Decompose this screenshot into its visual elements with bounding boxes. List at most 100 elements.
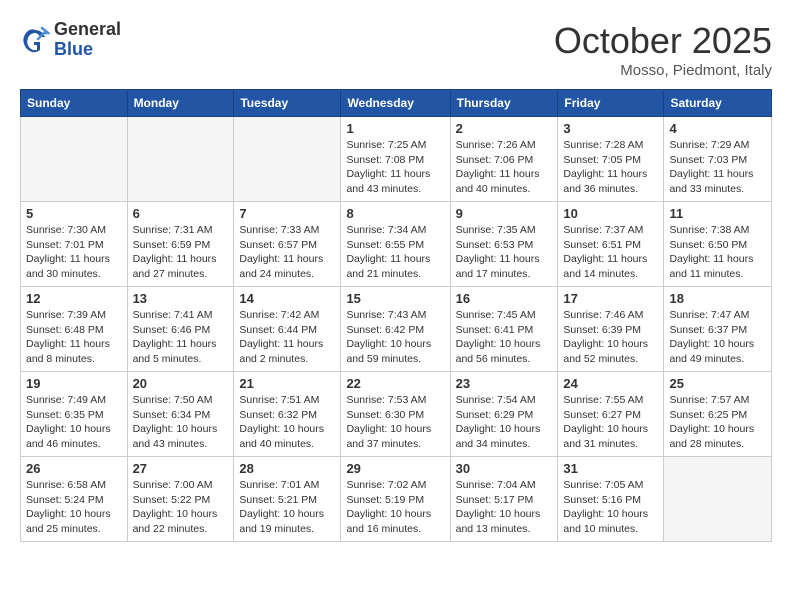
day-number: 4 [669,121,766,136]
logo-general-text: General [54,20,121,40]
day-info: Sunrise: 6:58 AMSunset: 5:24 PMDaylight:… [26,478,122,537]
day-number: 26 [26,461,122,476]
calendar-cell: 13 Sunrise: 7:41 AMSunset: 6:46 PMDayligh… [127,287,234,372]
calendar-cell [21,117,128,202]
calendar-cell: 22 Sunrise: 7:53 AMSunset: 6:30 PMDayligh… [341,372,450,457]
calendar-cell: 29 Sunrise: 7:02 AMSunset: 5:19 PMDayligh… [341,457,450,542]
calendar-cell: 28Sunrise: 7:01 AMSunset: 5:21 PMDayligh… [234,457,341,542]
calendar-cell: 14Sunrise: 7:42 AMSunset: 6:44 PMDayligh… [234,287,341,372]
calendar-cell: 8 Sunrise: 7:34 AMSunset: 6:55 PMDaylight… [341,202,450,287]
day-number: 16 [456,291,553,306]
day-header-friday: Friday [558,90,664,117]
calendar-cell: 15 Sunrise: 7:43 AMSunset: 6:42 PMDayligh… [341,287,450,372]
calendar-cell: 10Sunrise: 7:37 AMSunset: 6:51 PMDayligh… [558,202,664,287]
day-info: Sunrise: 7:41 AMSunset: 6:46 PMDaylight:… [133,308,229,367]
calendar-cell: 25 Sunrise: 7:57 AMSunset: 6:25 PMDayligh… [664,372,772,457]
calendar-cell: 20 Sunrise: 7:50 AMSunset: 6:34 PMDayligh… [127,372,234,457]
day-info: Sunrise: 7:05 AMSunset: 5:16 PMDaylight:… [563,478,658,537]
day-number: 8 [346,206,444,221]
day-info: Sunrise: 7:46 AMSunset: 6:39 PMDaylight:… [563,308,658,367]
calendar-cell: 3 Sunrise: 7:28 AMSunset: 7:05 PMDaylight… [558,117,664,202]
calendar-cell: 27Sunrise: 7:00 AMSunset: 5:22 PMDayligh… [127,457,234,542]
day-number: 24 [563,376,658,391]
calendar-cell: 11 Sunrise: 7:38 AMSunset: 6:50 PMDayligh… [664,202,772,287]
calendar-table: SundayMondayTuesdayWednesdayThursdayFrid… [20,89,772,542]
day-number: 14 [239,291,335,306]
day-info: Sunrise: 7:02 AMSunset: 5:19 PMDaylight:… [346,478,444,537]
calendar-cell: 21 Sunrise: 7:51 AMSunset: 6:32 PMDayligh… [234,372,341,457]
day-info: Sunrise: 7:39 AMSunset: 6:48 PMDaylight:… [26,308,122,367]
day-info: Sunrise: 7:28 AMSunset: 7:05 PMDaylight:… [563,138,658,197]
calendar-cell: 5 Sunrise: 7:30 AMSunset: 7:01 PMDaylight… [21,202,128,287]
calendar-cell: 24 Sunrise: 7:55 AMSunset: 6:27 PMDayligh… [558,372,664,457]
calendar-cell: 30 Sunrise: 7:04 AMSunset: 5:17 PMDayligh… [450,457,558,542]
day-number: 30 [456,461,553,476]
calendar-cell: 4Sunrise: 7:29 AMSunset: 7:03 PMDaylight… [664,117,772,202]
calendar-cell: 2 Sunrise: 7:26 AMSunset: 7:06 PMDaylight… [450,117,558,202]
calendar-cell: 9Sunrise: 7:35 AMSunset: 6:53 PMDaylight… [450,202,558,287]
day-number: 18 [669,291,766,306]
day-number: 10 [563,206,658,221]
day-info: Sunrise: 7:43 AMSunset: 6:42 PMDaylight:… [346,308,444,367]
day-info: Sunrise: 7:00 AMSunset: 5:22 PMDaylight:… [133,478,229,537]
day-number: 17 [563,291,658,306]
day-number: 5 [26,206,122,221]
day-info: Sunrise: 7:57 AMSunset: 6:25 PMDaylight:… [669,393,766,452]
day-info: Sunrise: 7:55 AMSunset: 6:27 PMDaylight:… [563,393,658,452]
month-title: October 2025 [554,20,772,62]
page-header: General Blue October 2025 Mosso, Piedmon… [20,20,772,79]
day-header-wednesday: Wednesday [341,90,450,117]
calendar-cell: 7 Sunrise: 7:33 AMSunset: 6:57 PMDaylight… [234,202,341,287]
day-info: Sunrise: 7:26 AMSunset: 7:06 PMDaylight:… [456,138,553,197]
day-info: Sunrise: 7:33 AMSunset: 6:57 PMDaylight:… [239,223,335,282]
calendar-cell: 12 Sunrise: 7:39 AMSunset: 6:48 PMDayligh… [21,287,128,372]
day-header-thursday: Thursday [450,90,558,117]
day-info: Sunrise: 7:31 AMSunset: 6:59 PMDaylight:… [133,223,229,282]
day-number: 23 [456,376,553,391]
calendar-cell: 1Sunrise: 7:25 AMSunset: 7:08 PMDaylight… [341,117,450,202]
day-number: 13 [133,291,229,306]
day-info: Sunrise: 7:49 AMSunset: 6:35 PMDaylight:… [26,393,122,452]
week-row-4: 19 Sunrise: 7:49 AMSunset: 6:35 PMDayligh… [21,372,772,457]
day-number: 2 [456,121,553,136]
day-number: 20 [133,376,229,391]
day-info: Sunrise: 7:54 AMSunset: 6:29 PMDaylight:… [456,393,553,452]
calendar-header-row: SundayMondayTuesdayWednesdayThursdayFrid… [21,90,772,117]
day-info: Sunrise: 7:51 AMSunset: 6:32 PMDaylight:… [239,393,335,452]
calendar-cell: 31Sunrise: 7:05 AMSunset: 5:16 PMDayligh… [558,457,664,542]
calendar-cell: 18 Sunrise: 7:47 AMSunset: 6:37 PMDayligh… [664,287,772,372]
day-info: Sunrise: 7:53 AMSunset: 6:30 PMDaylight:… [346,393,444,452]
day-number: 3 [563,121,658,136]
calendar-cell: 16Sunrise: 7:45 AMSunset: 6:41 PMDayligh… [450,287,558,372]
title-block: October 2025 Mosso, Piedmont, Italy [554,20,772,79]
day-number: 11 [669,206,766,221]
day-info: Sunrise: 7:34 AMSunset: 6:55 PMDaylight:… [346,223,444,282]
day-info: Sunrise: 7:04 AMSunset: 5:17 PMDaylight:… [456,478,553,537]
day-number: 6 [133,206,229,221]
day-number: 19 [26,376,122,391]
day-number: 7 [239,206,335,221]
day-number: 21 [239,376,335,391]
calendar-cell: 23 Sunrise: 7:54 AMSunset: 6:29 PMDayligh… [450,372,558,457]
logo-icon [20,25,50,55]
calendar-cell [234,117,341,202]
day-number: 15 [346,291,444,306]
day-header-monday: Monday [127,90,234,117]
day-info: Sunrise: 7:30 AMSunset: 7:01 PMDaylight:… [26,223,122,282]
logo: General Blue [20,20,121,60]
calendar-cell [127,117,234,202]
day-number: 25 [669,376,766,391]
day-header-saturday: Saturday [664,90,772,117]
calendar-cell: 6 Sunrise: 7:31 AMSunset: 6:59 PMDaylight… [127,202,234,287]
calendar-cell [664,457,772,542]
day-info: Sunrise: 7:47 AMSunset: 6:37 PMDaylight:… [669,308,766,367]
day-info: Sunrise: 7:38 AMSunset: 6:50 PMDaylight:… [669,223,766,282]
day-info: Sunrise: 7:50 AMSunset: 6:34 PMDaylight:… [133,393,229,452]
day-number: 29 [346,461,444,476]
logo-text: General Blue [54,20,121,60]
day-number: 22 [346,376,444,391]
week-row-2: 5 Sunrise: 7:30 AMSunset: 7:01 PMDaylight… [21,202,772,287]
week-row-3: 12 Sunrise: 7:39 AMSunset: 6:48 PMDayligh… [21,287,772,372]
calendar-cell: 19 Sunrise: 7:49 AMSunset: 6:35 PMDayligh… [21,372,128,457]
day-number: 12 [26,291,122,306]
